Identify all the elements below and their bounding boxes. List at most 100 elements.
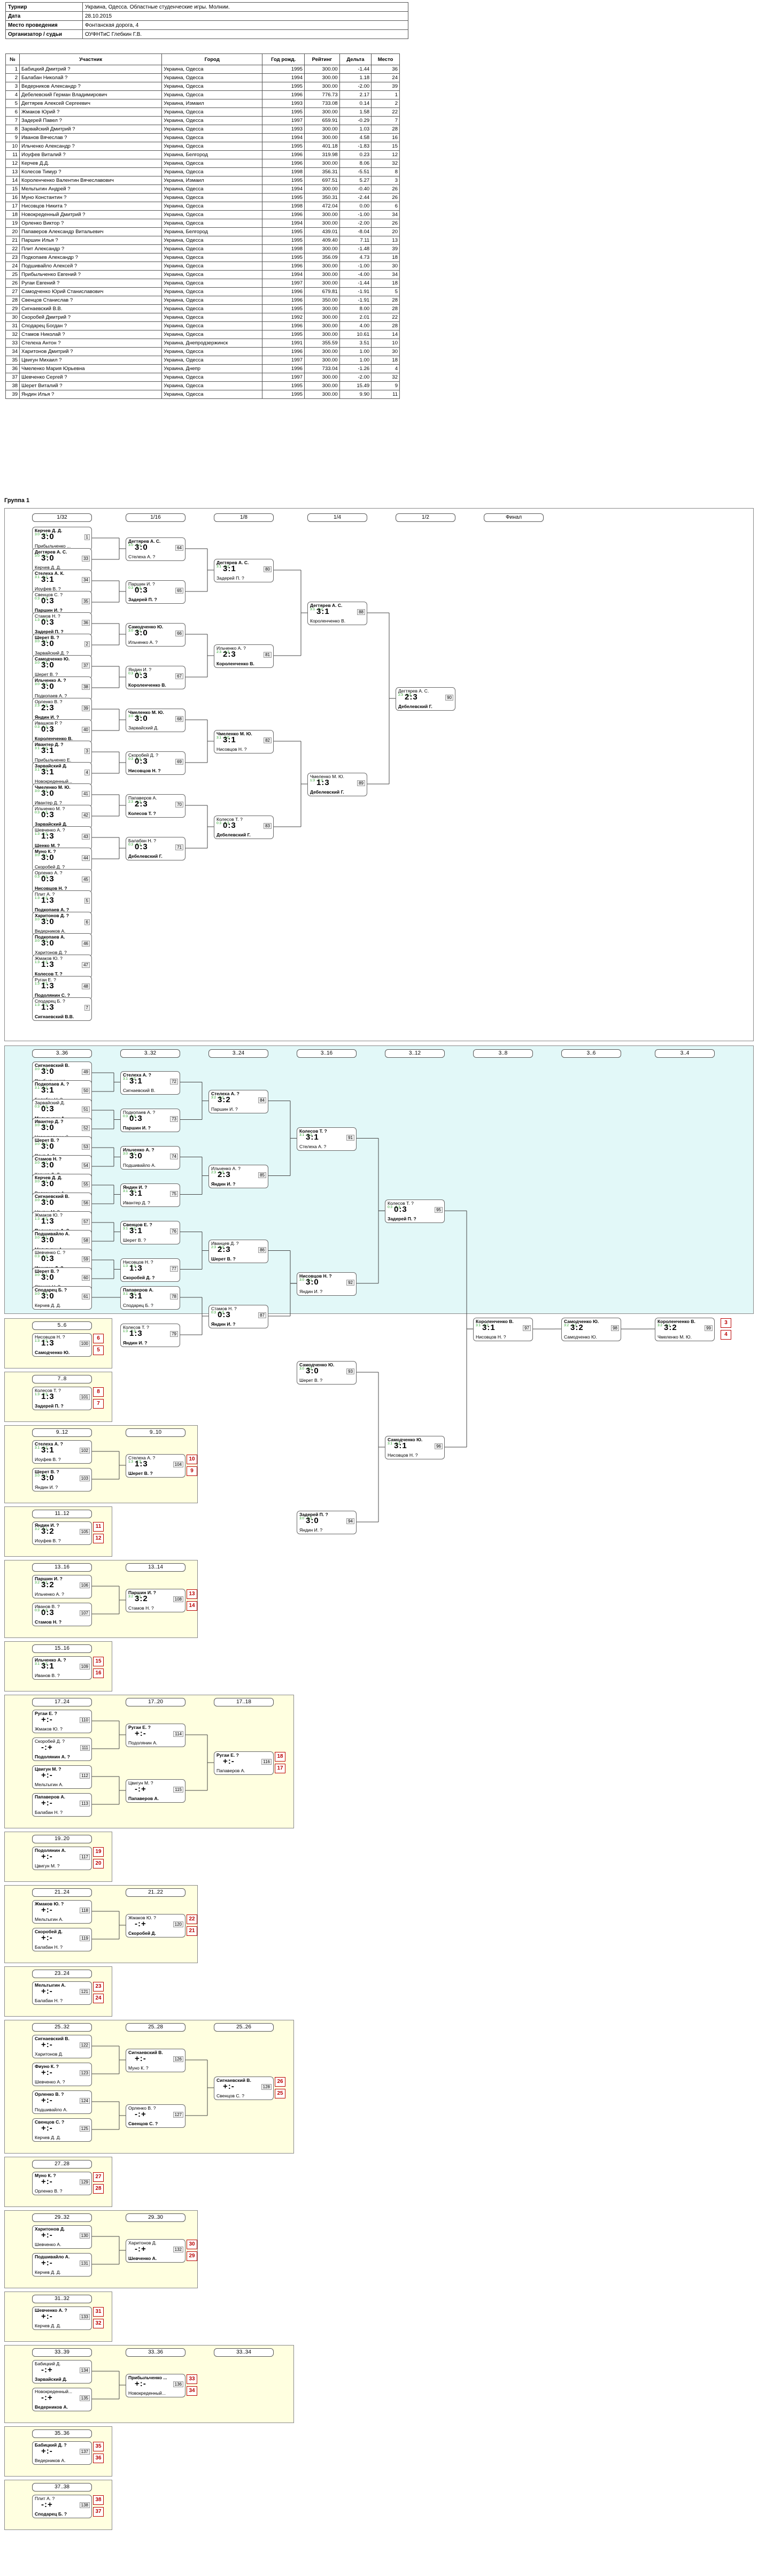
match-box[interactable]: Самодченко Ю. 3:1 · 3:2 3:1 Нисовцов Н. ? 96 bbox=[385, 1436, 445, 1459]
match-box[interactable]: Стелеха А. ? 1:3 · 2:3 1:3 Шерет В. ? 104 bbox=[126, 1454, 185, 1478]
match-box[interactable]: Яндин И. ? 3:2 · 3:1 3:2 Иоуфев В. ? 105 bbox=[32, 1521, 92, 1545]
table-cell: 1 bbox=[371, 90, 400, 99]
match-box[interactable]: Муно К. ? 3:0 · 3:1 3:0 Скоробей Д. ? 44 bbox=[32, 848, 92, 871]
match-box[interactable]: Ивантер Д. ? 3:1 · 3:0 3:1 Прибыльченко Е. 3 bbox=[32, 741, 92, 764]
match-box[interactable]: Харитонов Д. ? 3:0 · 3:1 3:0 Ведерников А. 6 bbox=[32, 912, 92, 935]
match-box[interactable]: Ругаи Е. ? +:- Папаверов А. 116 bbox=[214, 1751, 274, 1775]
match-box[interactable]: Жмаков Ю. ? 1:3 · 2:3 1:3 Колесов Т. ? 47 bbox=[32, 955, 92, 978]
match-box[interactable]: Зарвайский Д. 3:1 · 3:2 3:1 Новокреденный..… bbox=[32, 762, 92, 786]
match-box[interactable]: Сподарец Б. ? 1:3 · 2:3 1:3 Сигнаевский В.В… bbox=[32, 997, 92, 1021]
match-box[interactable]: Стелеха А. К. 3:1 · 3:2 3:1 Иоуфев В. ? 34 bbox=[32, 570, 92, 593]
match-box[interactable]: Задерей П. ? 3:0 · 3:1 3:0 Яндин И. ? 94 bbox=[297, 1511, 357, 1534]
match-box[interactable]: Бабицкий Д. ? +:- Ведерников А. 137 bbox=[32, 2441, 92, 2465]
match-box[interactable]: Ильченко М. ? 0:3 · 1:3 0:3 Зарвайский Д. 42 bbox=[32, 805, 92, 828]
match-box[interactable]: Фиуно К. ? +:- Шевченко А. ? 123 bbox=[32, 2063, 92, 2086]
match-box[interactable]: Яндин И. ? 3:1 · 3:0 3:1 Ивантер Д. ? 75 bbox=[120, 1183, 180, 1207]
match-box[interactable]: Бабицкий Д. -:+ Зарвайский Д. 134 bbox=[32, 2360, 92, 2383]
match-box[interactable]: Короленченко В. 3:1 · 3:2 3:1 Нисовцов Н. ?… bbox=[473, 1318, 533, 1342]
match-box[interactable]: Иванов В. ? 0:3 · 1:3 0:3 Стамов Н. ? 107 bbox=[32, 1603, 92, 1626]
match-box[interactable]: Нисовцов Н. ? 1:3 · 2:3 1:3 Самодченко Ю. 10… bbox=[32, 1333, 92, 1357]
match-box[interactable]: Сигнаевский В. +:- Свенцов С. ? 128 bbox=[214, 2077, 274, 2100]
match-box[interactable]: Чмеленко М. Ю. 3:0 · 3:1 3:0 Ивантер Д. ? 41 bbox=[32, 783, 92, 807]
match-box[interactable]: Самодченко Ю. 3:0 · 3:2 3:0 Шерет В. ? 93 bbox=[297, 1361, 357, 1385]
match-box[interactable]: Подолянин А. +:- Цвигун М. ? 117 bbox=[32, 1847, 92, 1870]
match-box[interactable]: Папаверов А. 2:3 · 1:3 2:3 Колесов Т. ? 70 bbox=[126, 794, 185, 818]
match-box[interactable]: Паршин И. ? 3:2 · 3:1 3:2 Стамов Н. ? 108 bbox=[126, 1589, 185, 1612]
match-box[interactable]: Цвигун М. ? +:- Мельтыгин А. 112 bbox=[32, 1765, 92, 1789]
match-box[interactable]: Прибыльченко ... +:- Новокреденный... 136 bbox=[126, 2374, 185, 2397]
match-box[interactable]: Свенцов С. ? +:- Керчев Д. Д. 125 bbox=[32, 2118, 92, 2142]
match-box[interactable]: Стамов Н. ? 0:3 · 1:3 0:3 Яндин И. ? 87 bbox=[208, 1305, 268, 1328]
match-box[interactable]: Короленченко В. 3:2 · 3:1 3:2 Чмеленко М. Ю… bbox=[655, 1318, 715, 1342]
match-box[interactable]: Сподарец Б. ? 3:0 · 3:2 3:0 Керчев Д. Д. 61 bbox=[32, 1286, 92, 1310]
match-box[interactable]: Плит А. ? 1:3 · 2:3 1:3 Подкопаев А. ? 5 bbox=[32, 890, 92, 914]
match-box[interactable]: Балабан Н. ? 0:3 · 0:3 0:3 Дебелевский Г. 71 bbox=[126, 837, 185, 860]
match-box[interactable]: Скоробей Д. +:- Балабан Н. ? 119 bbox=[32, 1928, 92, 1951]
match-box[interactable]: Самодченко Ю. 3:0 · 3:1 3:0 Ильченко А. ? 66 bbox=[126, 623, 185, 647]
match-box[interactable]: Яндин И. ? 0:3 · 1:3 0:3 Короленченко В. 67 bbox=[126, 666, 185, 689]
match-box[interactable]: Паршин И. ? 3:2 · 3:1 3:2 Ильченко А. ? 106 bbox=[32, 1575, 92, 1598]
match-box[interactable]: Чмеленко М. Ю. 3:0 · 3:1 3:0 Зарвайский Д. 6… bbox=[126, 709, 185, 732]
match-box[interactable]: Папаверов А. 3:1 · 3:2 3:1 Сподарец Б. ? 78 bbox=[120, 1286, 180, 1310]
match-box[interactable]: Самодченко Ю. 3:2 · 3:1 3:2 Самодченко Ю. 98 bbox=[561, 1318, 621, 1342]
match-box[interactable]: Скоробей Д. ? -:+ Подолянин А. ? 111 bbox=[32, 1737, 92, 1761]
match-box[interactable]: Нисовцов Н. ? 1:3 · 2:3 1:3 Скоробей Д. ? 77 bbox=[120, 1258, 180, 1282]
match-box[interactable]: Дегтярев А. С. 3:0 · 3:2 3:0 Керчев Д. Д. 33 bbox=[32, 548, 92, 572]
match-box[interactable]: Стелеха А. ? 3:2 · 3:1 3:2 Паршин И. ? 84 bbox=[208, 1089, 268, 1113]
match-box[interactable]: Нисовцов Н. ? 3:0 · 3:1 3:0 Яндин И. ? 92 bbox=[297, 1272, 357, 1296]
match-box[interactable]: Сигнаевский В. +:- Муно К. ? 126 bbox=[126, 2049, 185, 2072]
match-box[interactable]: Ивашков Р. ? 0:3 · 1:3 0:3 Короленченко В. 4… bbox=[32, 719, 92, 743]
match-box[interactable]: Орленко В. ? -:+ Свенцов С. ? 127 bbox=[126, 2104, 185, 2128]
match-box[interactable]: Колесов Т. ? 1:3 · 2:3 1:3 Яндин И. ? 79 bbox=[120, 1324, 180, 1347]
match-box[interactable]: Харитонов Д. +:- Шевченко А. 130 bbox=[32, 2225, 92, 2249]
match-box[interactable]: Дегтярев А. С. 2:3 · 1:3 2:3 Дебелевский Г.… bbox=[396, 687, 455, 711]
match-box[interactable]: Орленко В. ? +:- Подшивайло А. 124 bbox=[32, 2090, 92, 2114]
match-box[interactable]: Дегтярев А. С. 3:1 · 3:2 3:1 Короленченко В… bbox=[307, 602, 367, 625]
match-box[interactable]: Ругаи Е. ? +:- Жмаков Ю. ? 110 bbox=[32, 1710, 92, 1733]
match-box[interactable]: Муно К. ? +:- Орленко В. ? 129 bbox=[32, 2172, 92, 2195]
match-box[interactable]: Колесов Т. ? 3:1 · 3:2 3:1 Стелеха А. ? 91 bbox=[297, 1127, 357, 1151]
match-box[interactable]: Ильченко А. ? 3:0 · 3:1 3:0 Подшивайло А. 74 bbox=[120, 1145, 180, 1170]
match-box[interactable]: Мельтыгин А. +:- Балабан Н. ? 121 bbox=[32, 1981, 92, 2005]
match-box[interactable]: Шевченко А. ? +:- Керчев Д. Д. 133 bbox=[32, 2306, 92, 2330]
match-box[interactable]: Шевченко А. ? 1:3 · 2:3 1:3 Шенко М. ? 43 bbox=[32, 826, 92, 850]
match-box[interactable]: Керчев Д. Д. 3:0 · 3:1 3:0 Прибыльченко ...… bbox=[32, 527, 92, 550]
match-box[interactable]: Плит А. ? -:+ Сподарец Б. ? 138 bbox=[32, 2495, 92, 2518]
match-box[interactable]: Чмеленко М. Ю. 3:1 · 3:0 3:1 Нисовцов Н. ? 8… bbox=[214, 730, 274, 753]
match-box[interactable]: Колесов Т. ? 1:3 · 0:3 1:3 Задерей П. ? 101 bbox=[32, 1387, 92, 1410]
match-box[interactable]: Колесов Т. ? 0:3 · 1:3 0:3 Задерей П. ? 95 bbox=[385, 1199, 445, 1224]
match-box[interactable]: Иванцев Д. ? 2:3 · 0:3 2:3 Шерет В. ? 86 bbox=[208, 1239, 268, 1263]
match-box[interactable]: Свенцов Е. ? 3:1 · 3:2 3:1 Шерет В. ? 76 bbox=[120, 1220, 180, 1244]
match-box[interactable]: Жмаков Ю. ? +:- Мельтыгин А. 118 bbox=[32, 1900, 92, 1924]
match-box[interactable]: Дегтярев А. С. 3:0 · 3:1 3:0 Стелеха А. ? 64 bbox=[126, 537, 185, 561]
match-box[interactable]: Харитонов Д. -:+ Шевченко А. 132 bbox=[126, 2239, 185, 2263]
match-box[interactable]: Ильченко А. ? 3:1 · 3:2 3:1 Иванов В. ? 109 bbox=[32, 1656, 92, 1680]
match-box[interactable]: Новокреденный... -:+ Ведерников А. 135 bbox=[32, 2388, 92, 2411]
match-box[interactable]: Стелеха А. ? 3:1 · 3:2 3:1 Сигнаевский В. 72 bbox=[120, 1071, 180, 1095]
match-box[interactable]: Дегтярев А. С. 3:1 · 3:2 3:1 Задерей П. ? 80 bbox=[214, 559, 274, 582]
match-box[interactable]: Чмеленко М. Ю. 1:3 · 2:3 1:3 Дебелевский Г.… bbox=[307, 773, 367, 796]
match-box[interactable]: Сигнаевский В. +:- Харитонов Д. 122 bbox=[32, 2035, 92, 2058]
match-box[interactable]: Орленко В. ? 2:3 · 1:3 2:3 Яндин И. ? 39 bbox=[32, 698, 92, 721]
match-box[interactable]: Шерет В. ? 3:0 · 3:1 3:0 Зарвайский Д. ? 2 bbox=[32, 634, 92, 657]
match-box[interactable]: Папаверов А. +:- Балабан Н. ? 113 bbox=[32, 1793, 92, 1817]
match-box[interactable]: Скоробей Д. ? 0:3 · 0:3 0:3 Нисовцов Н. ? 69 bbox=[126, 751, 185, 775]
match-box[interactable]: Ильченко А. ? 2:3 · 1:3 2:3 Яндин И. ? 85 bbox=[208, 1164, 268, 1188]
match-box[interactable]: Колесов Т. ? 0:3 · 1:3 0:3 Дебелевский Г. 83 bbox=[214, 816, 274, 839]
match-box[interactable]: Цвигун М. ? -:+ Папаверов А. 115 bbox=[126, 1779, 185, 1803]
match-box[interactable]: Паршин И. ? 0:3 · 1:3 0:3 Задерей П. ? 65 bbox=[126, 580, 185, 604]
match-box[interactable]: Подкопаев А. 3:0 · 3:2 3:0 Харитонов Д. ? 46 bbox=[32, 933, 92, 957]
match-box[interactable]: Орленко А. ? 0:3 · 0:3 0:3 Нисовцов Н. ? 45 bbox=[32, 869, 92, 893]
match-box[interactable]: Ильченко А. ? 2:3 · 1:3 2:3 Короленченко В.… bbox=[214, 644, 274, 668]
match-box[interactable]: Ильченко А. ? 3:0 · 3:2 3:0 Подкопаев А. ? 3… bbox=[32, 676, 92, 700]
match-box[interactable]: Свенцов С. ? 0:3 · 1:3 0:3 Паршин И. ? 35 bbox=[32, 591, 92, 614]
match-box[interactable]: Подкопаев А. ? 0:3 · 1:3 0:3 Паршин И. ? 73 bbox=[120, 1108, 180, 1132]
match-box[interactable]: Самодченко Ю. 3:0 · 3:1 3:0 Шерет В. ? 37 bbox=[32, 655, 92, 679]
match-box[interactable]: Стамов Н. ? 1:3 · 0:3 0:3 Задерей П. ? 36 bbox=[32, 612, 92, 636]
match-box[interactable]: Шерет В. ? 3:0 · 3:1 3:0 Яндин И. ? 103 bbox=[32, 1468, 92, 1491]
match-box[interactable]: Ругаи Е. ? +:- Подолянин А. 114 bbox=[126, 1724, 185, 1747]
match-box[interactable]: Жмаков Ю. ? -:+ Скоробей Д. 120 bbox=[126, 1914, 185, 1937]
match-box[interactable]: Стелеха А. ? 3:1 · 3:2 3:1 Иоуфев В. ? 102 bbox=[32, 1440, 92, 1464]
match-box[interactable]: Подшивайло А. +:- Керчев Д. Д. 131 bbox=[32, 2253, 92, 2277]
match-box[interactable]: Ругаи Е. ? 1:3 · 0:3 1:3 Подолянин С. ? 48 bbox=[32, 976, 92, 999]
